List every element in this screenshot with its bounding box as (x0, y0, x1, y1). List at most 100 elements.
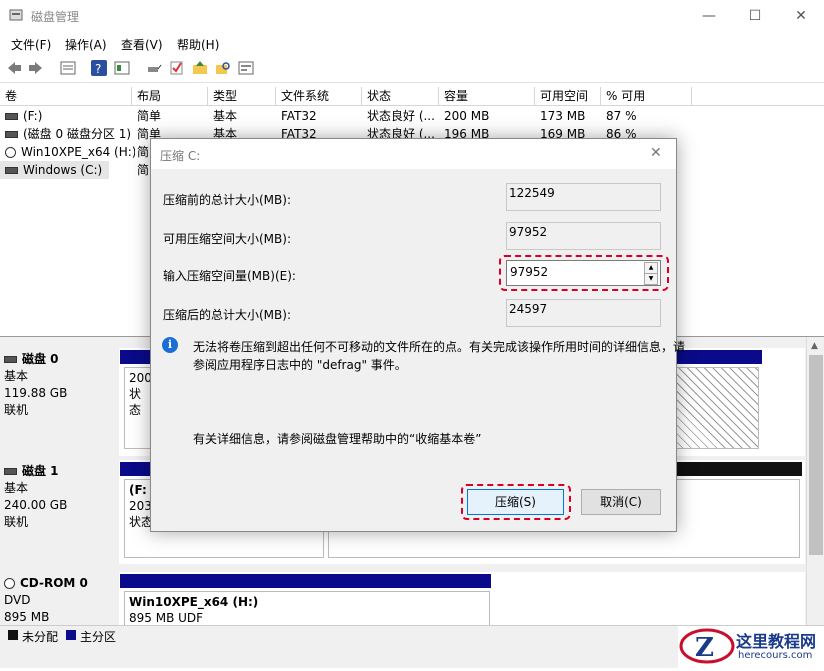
primary-partition-swatch (66, 630, 76, 640)
vertical-scrollbar[interactable]: ▲ (806, 337, 824, 627)
partition-block-hatched[interactable] (674, 367, 759, 449)
layout-cell: 简单 (137, 109, 162, 123)
primary-partition-bar (120, 574, 491, 588)
column-free-space[interactable]: 可用空间 (535, 87, 601, 105)
legend-primary-partition: 主分区 (80, 630, 117, 644)
table-row[interactable]: (F:) 简单 基本 FAT32 状态良好 (... 200 MB 173 MB… (0, 107, 824, 125)
info-message-line-2: 参阅应用程序日志中的 "defrag" 事件。 (193, 358, 407, 372)
total-after-label: 压缩后的总计大小(MB): (163, 308, 291, 322)
shrink-button[interactable]: 压缩(S) (467, 489, 564, 515)
minimize-icon[interactable]: — (686, 0, 732, 31)
disk-size: 895 MB (4, 610, 50, 624)
column-volume[interactable]: 卷 (0, 87, 132, 105)
capacity-cell: 200 MB (444, 109, 490, 123)
connect-icon[interactable] (146, 60, 162, 76)
disk-size: 240.00 GB (4, 498, 68, 512)
disk-1-info[interactable]: 磁盘 1 基本 240.00 GB 联机 (4, 463, 112, 531)
primary-partition-bar (120, 462, 150, 476)
disk-name: CD-ROM 0 (20, 576, 88, 590)
partition-status: 状态 (129, 387, 142, 417)
properties-icon[interactable] (114, 60, 130, 76)
svg-text:Z: Z (695, 633, 714, 663)
maximize-icon[interactable]: ☐ (732, 0, 778, 31)
free-space-cell: 173 MB (540, 109, 586, 123)
shrink-amount-input[interactable]: 97952 ▲ ▼ (506, 260, 661, 286)
menu-view[interactable]: 查看(V) (121, 36, 163, 53)
shrink-amount-label: 输入压缩空间量(MB)(E): (163, 269, 296, 283)
partition-block[interactable]: Win10XPE_x64 (H:) 895 MB UDF (124, 591, 490, 626)
legend-unallocated: 未分配 (22, 630, 59, 644)
disk-0-info[interactable]: 磁盘 0 基本 119.88 GB 联机 (4, 351, 112, 419)
title-bar: 磁盘管理 — ☐ ✕ (0, 0, 824, 31)
spin-down-icon[interactable]: ▼ (644, 273, 658, 285)
disk-name: 磁盘 0 (22, 352, 59, 366)
dialog-close-icon[interactable]: ✕ (650, 145, 662, 161)
scroll-up-icon[interactable]: ▲ (811, 341, 818, 351)
drive-icon (5, 131, 18, 138)
unallocated-bar (674, 462, 802, 476)
folder-up-icon[interactable] (192, 60, 208, 76)
total-after-value: 24597 (509, 302, 548, 316)
disk-type: DVD (4, 593, 31, 607)
close-icon[interactable]: ✕ (778, 0, 824, 31)
partition-label: Win10XPE_x64 (H:) (129, 595, 259, 609)
shrink-dialog: 压缩 C: ✕ 压缩前的总计大小(MB): 122549 可用压缩空间大小(MB… (150, 138, 686, 532)
partition-filesystem: 895 MB UDF (129, 611, 204, 625)
watermark-url: herecours.com (738, 650, 813, 661)
help-icon[interactable]: ? (91, 60, 107, 76)
menu-action[interactable]: 操作(A) (65, 36, 107, 53)
cancel-button[interactable]: 取消(C) (581, 489, 661, 515)
cdrom-0-partitions: Win10XPE_x64 (H:) 895 MB UDF (119, 572, 805, 626)
available-space-field: 97952 (506, 222, 661, 250)
disk-status: 联机 (4, 403, 29, 417)
disk-icon (4, 468, 17, 475)
drive-icon (5, 167, 18, 174)
column-capacity[interactable]: 容量 (439, 87, 535, 105)
menu-bar: 文件(F) 操作(A) 查看(V) 帮助(H) (0, 32, 824, 54)
menu-help[interactable]: 帮助(H) (177, 36, 219, 53)
cd-drive-icon (4, 578, 15, 589)
help-text: 有关详细信息，请参阅磁盘管理帮助中的“收缩基本卷” (193, 432, 482, 446)
column-percent-free[interactable]: % 可用 (601, 87, 692, 105)
dialog-title: 压缩 C: (160, 149, 201, 163)
partition-size: 200 (129, 371, 152, 385)
volume-name: (磁盘 0 磁盘分区 1) (23, 127, 132, 141)
info-icon: i (162, 337, 178, 353)
scrollbar-thumb[interactable] (809, 355, 823, 555)
shrink-amount-value: 97952 (510, 265, 549, 279)
volume-table-header: 卷 布局 类型 文件系统 状态 容量 可用空间 % 可用 (0, 87, 824, 106)
disk-status: 联机 (4, 515, 29, 529)
checklist-icon[interactable] (169, 60, 185, 76)
status-cell: 状态良好 (... (367, 109, 435, 123)
search-folder-icon[interactable] (215, 60, 231, 76)
cdrom-0-info[interactable]: CD-ROM 0 DVD 895 MB (4, 575, 112, 626)
volume-name: Win10XPE_x64 (H:) (21, 145, 135, 159)
disk-management-app-icon (9, 8, 23, 22)
window-title: 磁盘管理 (31, 10, 80, 24)
percent-free-cell: 87 % (606, 109, 637, 123)
cd-drive-icon (5, 147, 16, 158)
column-layout[interactable]: 布局 (132, 87, 208, 105)
column-type[interactable]: 类型 (208, 87, 276, 105)
drive-icon (5, 113, 18, 120)
svg-text:?: ? (95, 62, 101, 76)
disk-size: 119.88 GB (4, 386, 68, 400)
back-arrow-icon[interactable] (6, 60, 22, 76)
disk-icon (4, 356, 17, 363)
console-icon[interactable] (238, 60, 254, 76)
column-filesystem[interactable]: 文件系统 (276, 87, 362, 105)
disk-type: 基本 (4, 481, 29, 495)
volume-name: (F:) (23, 109, 43, 123)
total-after-field: 24597 (506, 299, 661, 327)
total-before-value: 122549 (509, 186, 555, 200)
partition-block[interactable]: 200 状态 (124, 367, 152, 449)
menu-file[interactable]: 文件(F) (11, 36, 51, 53)
disk-type: 基本 (4, 369, 29, 383)
column-status[interactable]: 状态 (362, 87, 439, 105)
forward-arrow-icon[interactable] (28, 60, 44, 76)
available-space-value: 97952 (509, 225, 548, 239)
list-view-icon[interactable] (60, 60, 76, 76)
type-cell: 基本 (213, 109, 238, 123)
info-message-line-1: 无法将卷压缩到超出任何不可移动的文件所在的点。有关完成该操作所用时间的详细信息，… (193, 340, 686, 354)
unallocated-swatch (8, 630, 18, 640)
